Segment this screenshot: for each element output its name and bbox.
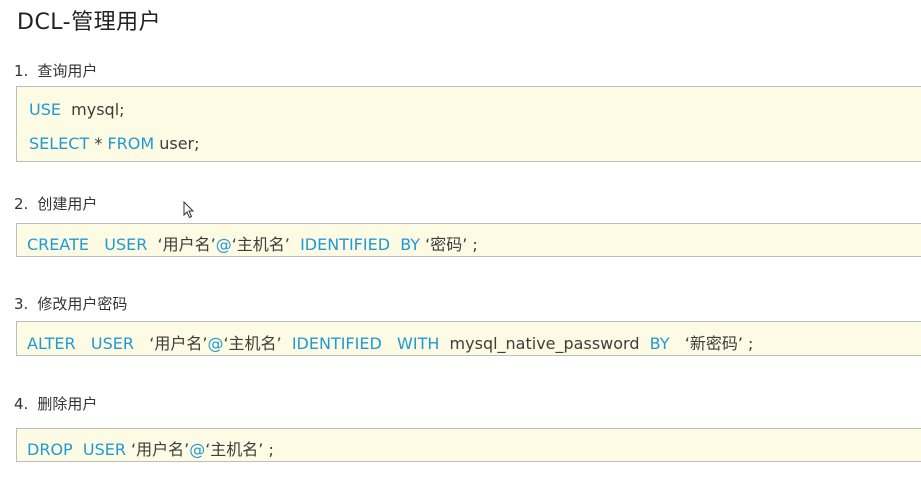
section-heading-query-users: 1. 查询用户 <box>14 60 97 81</box>
sql-keyword: @ <box>207 334 224 353</box>
sql-text: user; <box>154 134 200 153</box>
sql-keyword: IDENTIFIED BY <box>300 235 421 254</box>
code-line: DROP USER ‘用户名’@‘主机名’ ; <box>27 436 274 460</box>
page-title: DCL-管理用户 <box>17 10 162 35</box>
section-title: 修改用户密码 <box>37 295 128 313</box>
sql-text: mysql; <box>60 100 125 119</box>
sql-keyword: @ <box>215 235 232 254</box>
sql-text: ‘主机名’ ; <box>205 440 274 459</box>
mouse-pointer-icon <box>183 201 195 219</box>
code-line: ALTER USER ‘用户名’@‘主机名’ IDENTIFIED WITH m… <box>27 330 753 354</box>
section-number: 3. <box>14 295 29 313</box>
sql-keyword: CREATE USER <box>27 235 148 254</box>
sql-keyword: @ <box>189 440 206 459</box>
section-number: 1. <box>14 62 29 80</box>
sql-text: ‘新密码’ ; <box>669 334 754 353</box>
sql-text: ‘主机名’ <box>223 334 292 353</box>
sql-text: * <box>89 134 108 153</box>
section-heading-drop-user: 4. 删除用户 <box>14 393 97 414</box>
sql-keyword: DROP USER <box>27 440 126 459</box>
section-heading-change-password: 3. 修改用户密码 <box>14 293 127 314</box>
sql-text: ‘用户名’ <box>147 235 216 254</box>
section-heading-create-user: 2. 创建用户 <box>14 193 97 214</box>
code-line: SELECT * FROM user; <box>29 134 200 153</box>
sql-keyword: SELECT <box>29 134 90 153</box>
code-block-change-password[interactable]: ALTER USER ‘用户名’@‘主机名’ IDENTIFIED WITH m… <box>16 321 921 356</box>
sql-keyword: USE <box>29 100 61 119</box>
sql-keyword: IDENTIFIED WITH <box>291 334 440 353</box>
sql-keyword: BY <box>649 334 670 353</box>
code-line: USE mysql; <box>29 100 125 119</box>
sql-text: ‘用户名’ <box>134 334 208 353</box>
code-block-create-user[interactable]: CREATE USER ‘用户名’@‘主机名’ IDENTIFIED BY ‘密… <box>16 223 921 257</box>
sql-text: ‘密码’ ; <box>420 235 478 254</box>
section-number: 2. <box>14 195 29 213</box>
sql-text: ‘主机名’ <box>231 235 301 254</box>
section-title: 删除用户 <box>37 395 98 413</box>
sql-keyword: FROM <box>107 134 155 153</box>
section-number: 4. <box>14 395 29 413</box>
code-block-drop-user[interactable]: DROP USER ‘用户名’@‘主机名’ ; <box>16 428 921 462</box>
code-line: CREATE USER ‘用户名’@‘主机名’ IDENTIFIED BY ‘密… <box>27 231 478 255</box>
sql-text: mysql_native_password <box>439 334 650 353</box>
sql-keyword: ALTER USER <box>27 334 135 353</box>
section-title: 查询用户 <box>37 62 98 80</box>
sql-text: ‘用户名’ <box>125 440 190 459</box>
section-title: 创建用户 <box>37 195 98 213</box>
code-block-query-users[interactable]: USE mysql; SELECT * FROM user; <box>16 86 921 162</box>
